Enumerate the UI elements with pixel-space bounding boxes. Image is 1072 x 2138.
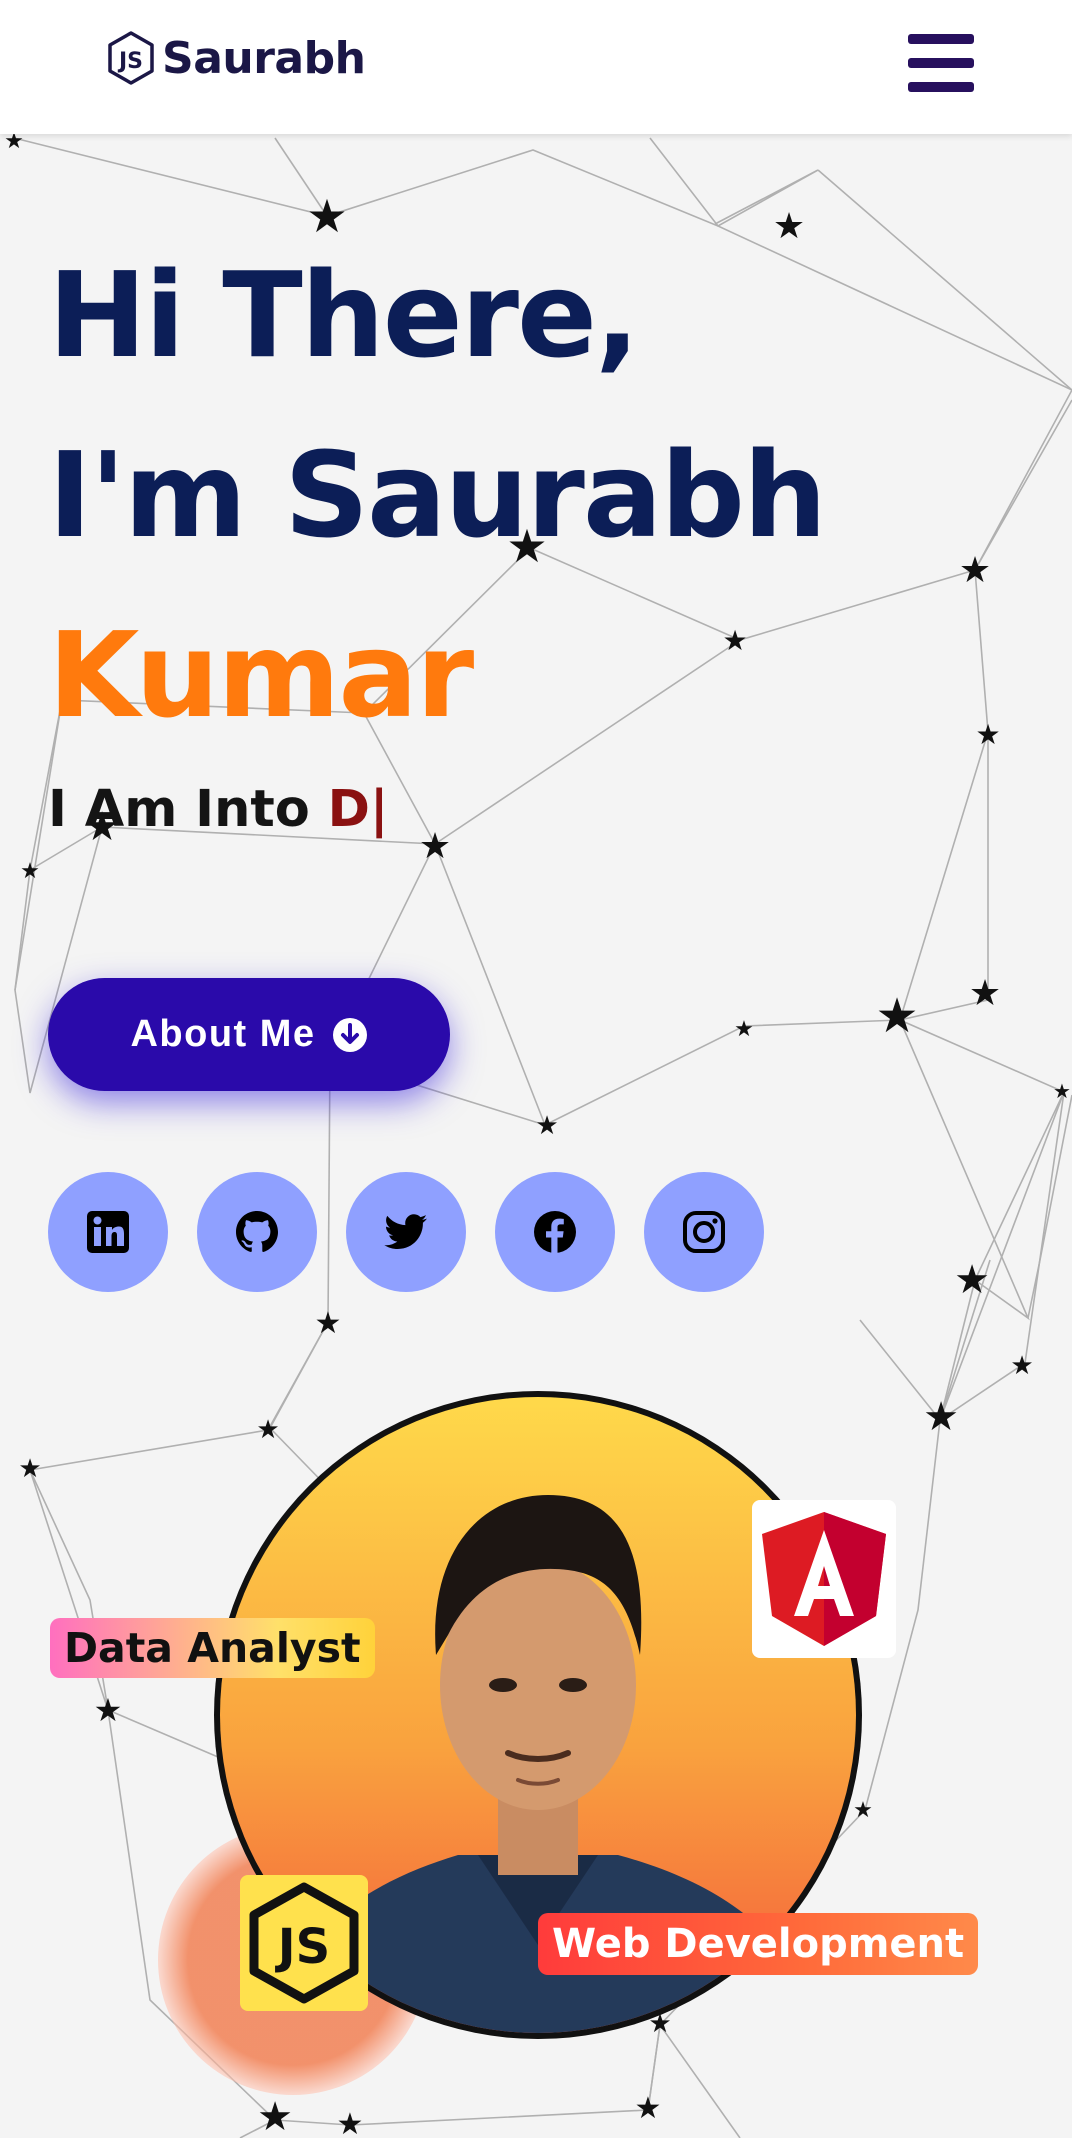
tagline-prefix: I Am Into [48, 780, 310, 839]
twitter-icon [384, 1214, 427, 1249]
arrow-down-circle-icon [332, 1017, 367, 1052]
facebook-link[interactable] [495, 1172, 615, 1292]
svg-text:JS: JS [275, 1919, 330, 1975]
data-analyst-badge: Data Analyst [50, 1618, 375, 1678]
linkedin-icon [87, 1211, 129, 1253]
js-badge: JS [240, 1875, 368, 2011]
svg-text:★: ★ [734, 1017, 754, 1042]
linkedin-link[interactable] [48, 1172, 168, 1292]
web-development-badge: Web Development [538, 1913, 979, 1975]
github-icon [236, 1211, 278, 1252]
svg-text:★: ★ [18, 1454, 41, 1484]
svg-text:JS: JS [117, 49, 143, 74]
twitter-link[interactable] [346, 1172, 466, 1292]
svg-text:★: ★ [959, 550, 991, 591]
svg-text:★: ★ [94, 1691, 123, 1729]
svg-text:★: ★ [635, 2091, 662, 2126]
hamburger-menu-icon[interactable] [908, 34, 974, 92]
svg-text:★: ★ [337, 2107, 364, 2138]
typing-tagline: I Am Into D| [48, 780, 389, 839]
brand-name: Saurabh [162, 32, 366, 84]
js-hexagon-icon: JS [108, 31, 154, 85]
angular-icon [762, 1512, 886, 1646]
svg-text:★: ★ [419, 826, 451, 867]
hero-line-surname: Kumar [48, 606, 474, 744]
hero-line-name: I'm Saurabh [48, 426, 827, 564]
hero-heading: Hi There, I'm Saurabh Kumar [48, 225, 827, 765]
instagram-icon [683, 1211, 725, 1253]
svg-text:★: ★ [923, 1394, 959, 1440]
svg-text:★: ★ [1053, 1079, 1071, 1103]
hero-line-greeting: Hi There, [48, 246, 640, 384]
svg-text:★: ★ [969, 973, 1001, 1014]
svg-text:★: ★ [257, 2094, 293, 2138]
svg-text:★: ★ [975, 718, 1000, 751]
typing-cursor: | [369, 780, 389, 839]
social-links [48, 1172, 793, 1292]
svg-text:★: ★ [1010, 1351, 1033, 1381]
svg-text:★: ★ [315, 1306, 342, 1341]
about-me-button[interactable]: About Me [48, 978, 450, 1091]
typed-text: D [327, 780, 370, 839]
site-header: JS Saurabh [0, 0, 1072, 134]
instagram-link[interactable] [644, 1172, 764, 1292]
about-me-label: About Me [130, 1013, 316, 1055]
svg-text:★: ★ [535, 1111, 558, 1141]
brand-link[interactable]: JS Saurabh [106, 30, 366, 86]
github-link[interactable] [197, 1172, 317, 1292]
svg-text:★: ★ [875, 988, 918, 1044]
svg-text:★: ★ [20, 859, 40, 884]
svg-text:★: ★ [954, 1257, 990, 1303]
facebook-icon [534, 1211, 576, 1253]
angular-badge [752, 1500, 896, 1658]
nodejs-icon: JS [249, 1882, 359, 2004]
